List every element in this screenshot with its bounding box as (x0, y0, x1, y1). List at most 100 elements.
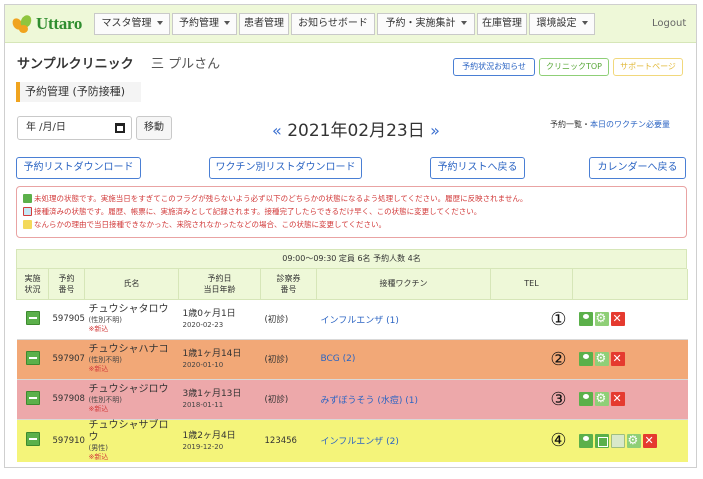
col-name: 氏名 (84, 269, 179, 300)
pending-status-icon (23, 194, 32, 203)
close-icon[interactable] (610, 312, 625, 326)
table-row: 597905 チュウシャタロウ (性別不明) ※新込 1歳0ヶ月1日 2020-02-… (16, 298, 688, 339)
legend-text: なんらかの理由で当日接種できなかった、来院されなかったなどの場合、この状態に変更… (34, 220, 387, 229)
status-toggle-icon[interactable] (25, 390, 40, 405)
legend-text: 接種済みの状態です。履歴、帳票に、実施済みとして記録されます。接種完了したらでき… (34, 207, 482, 216)
patient-gender: (性別不明) (88, 396, 122, 404)
current-date-label: 2021年02月23日 (287, 121, 425, 141)
reservation-table: 09:00〜09:30 定員 6名 予約人数 4名 実施 状況 予約 番号 氏名 予… (16, 249, 688, 462)
col-tel: TEL (490, 269, 573, 300)
chevron-down-icon (460, 21, 467, 25)
card-number: (初診) (260, 378, 317, 419)
patient-flag: ※新込 (88, 452, 109, 461)
col-status: 実施 状況 (16, 269, 49, 300)
nav-patient-label: 患者管理 (244, 18, 284, 29)
time-slot-header: 09:00〜09:30 定員 6名 予約人数 4名 (16, 249, 687, 269)
logout-link[interactable]: Logout (652, 18, 686, 29)
nav-master-label: マスタ管理 (101, 18, 152, 29)
patient-dob: 2019-12-20 (182, 442, 224, 451)
close-icon[interactable] (642, 433, 657, 448)
nav-reservation[interactable]: 予約管理 (172, 13, 237, 35)
legend-item: 接種済みの状態です。履歴、帳票に、実施済みとして記録されます。接種完了したらでき… (23, 205, 680, 218)
download-list-button[interactable]: 予約リストダウンロード (16, 157, 141, 179)
vaccine-need-link[interactable]: 本日のワクチン必要量 (590, 120, 670, 129)
top-navbar: Uttaro マスタ管理 予約管理 患者管理 お知らせボード 予約・実施集計 在… (5, 5, 696, 43)
absent-status-icon (23, 220, 32, 229)
nav-inventory[interactable]: 在庫管理 (477, 13, 527, 35)
patient-gender: (性別不明) (88, 356, 122, 364)
person-icon[interactable] (578, 392, 593, 406)
reservation-id: 597907 (48, 338, 85, 379)
vaccine-link[interactable]: みずぼうそう (水痘) (1) (321, 396, 419, 406)
next-day-button[interactable]: » (430, 121, 440, 140)
table-head-row: 実施 状況 予約 番号 氏名 予約日 当日年齢 診察券 番号 接種ワクチン TEL (16, 269, 688, 300)
date-input[interactable]: 年 /月/日 (17, 116, 132, 140)
gear-icon[interactable] (594, 391, 609, 406)
nav-settings[interactable]: 環境設定 (529, 13, 595, 35)
patient-gender: (性別不明) (88, 316, 122, 324)
vaccine-link[interactable]: インフルエンザ (1) (321, 316, 399, 326)
person-icon[interactable] (578, 433, 593, 448)
move-button[interactable]: 移動 (136, 116, 172, 140)
row-number: ② (490, 338, 573, 379)
support-page-button[interactable]: サポートページ (613, 58, 683, 76)
schedule-links: 予約一覧・本日のワクチン必要量 (550, 119, 670, 130)
chevron-down-icon (581, 21, 588, 25)
reservation-id: 597908 (48, 378, 85, 419)
nav-patient[interactable]: 患者管理 (239, 13, 289, 35)
nav-master[interactable]: マスタ管理 (94, 13, 170, 35)
row-number: ④ (490, 418, 573, 462)
patient-flag: ※新込 (88, 405, 109, 413)
logo-leaf-icon (10, 13, 34, 34)
status-legend: 未処理の状態です。実施当日をすぎてこのフラグが残らないよう必ず以下のどちらかの状… (16, 186, 687, 238)
legend-text: 未処理の状態です。実施当日をすぎてこのフラグが残らないよう必ず以下のどちらかの状… (34, 194, 528, 203)
person-icon[interactable] (578, 352, 593, 366)
gear-icon[interactable] (626, 433, 641, 448)
col-vaccine: 接種ワクチン (316, 269, 491, 300)
status-toggle-icon[interactable] (25, 350, 40, 365)
table-row: 597910 チュウシャサブロウ (男性) ※新込 1歳2ヶ月4日 2019-12-2… (16, 418, 688, 462)
vaccine-link[interactable]: インフルエンザ (2) (321, 437, 399, 447)
person-icon[interactable] (578, 312, 593, 326)
chevron-down-icon (224, 21, 230, 25)
legend-item: なんらかの理由で当日接種できなかった、来院されなかったなどの場合、この状態に変更… (23, 218, 680, 231)
calendar-icon[interactable] (115, 123, 125, 133)
patient-name: チュウシャサブロウ (88, 419, 169, 443)
col-reservation-id: 予約 番号 (48, 269, 85, 300)
row-number: ③ (490, 378, 573, 419)
app-frame: Uttaro マスタ管理 予約管理 患者管理 お知らせボード 予約・実施集計 在… (4, 4, 697, 468)
logo-text: Uttaro (36, 14, 83, 33)
chevron-down-icon (156, 21, 163, 25)
nav-summary[interactable]: 予約・実施集計 (377, 13, 475, 35)
close-icon[interactable] (610, 352, 625, 366)
close-icon[interactable] (610, 392, 625, 406)
table-row: 597908 チュウシャジロウ (性別不明) ※新込 3歳1ヶ月13日 2018-01… (16, 378, 688, 419)
user-name: 三 プルさん (151, 57, 221, 72)
gear-icon[interactable] (594, 311, 609, 326)
page-title: 予約管理 (予防接種) (16, 82, 141, 102)
date-input-placeholder: 年 /月/日 (26, 122, 66, 133)
nav-summary-label: 予約・実施集計 (385, 18, 456, 29)
vaccine-link[interactable]: BCG (2) (321, 354, 356, 364)
patient-name: チュウシャジロウ (88, 384, 169, 395)
back-to-list-button[interactable]: 予約リストへ戻る (430, 157, 525, 179)
back-to-calendar-button[interactable]: カレンダーへ戻る (589, 157, 686, 179)
schedule-prefix: 予約一覧・ (550, 120, 590, 129)
nav-reservation-label: 予約管理 (179, 18, 219, 29)
card-number: (初診) (260, 338, 317, 379)
app-logo[interactable]: Uttaro (10, 11, 83, 37)
status-toggle-icon[interactable] (25, 432, 40, 446)
patient-dob: 2018-01-11 (182, 401, 224, 409)
gear-icon[interactable] (594, 351, 609, 366)
nav-notice-board[interactable]: お知らせボード (291, 13, 375, 35)
prev-day-button[interactable]: « (272, 121, 282, 140)
patient-name: チュウシャハナコ (88, 344, 169, 355)
book-icon[interactable] (594, 433, 609, 448)
table-row: 597907 チュウシャハナコ (性別不明) ※新込 1歳1ヶ月14日 2020-01… (16, 338, 688, 379)
download-by-vaccine-button[interactable]: ワクチン別リストダウンロード (209, 157, 362, 179)
reservation-notice-button[interactable]: 予約状況お知らせ (453, 58, 535, 76)
document-icon[interactable] (610, 433, 625, 448)
status-toggle-icon[interactable] (25, 310, 40, 325)
col-date: 予約日 当日年齢 (178, 269, 261, 300)
clinic-top-button[interactable]: クリニックTOP (539, 58, 609, 76)
